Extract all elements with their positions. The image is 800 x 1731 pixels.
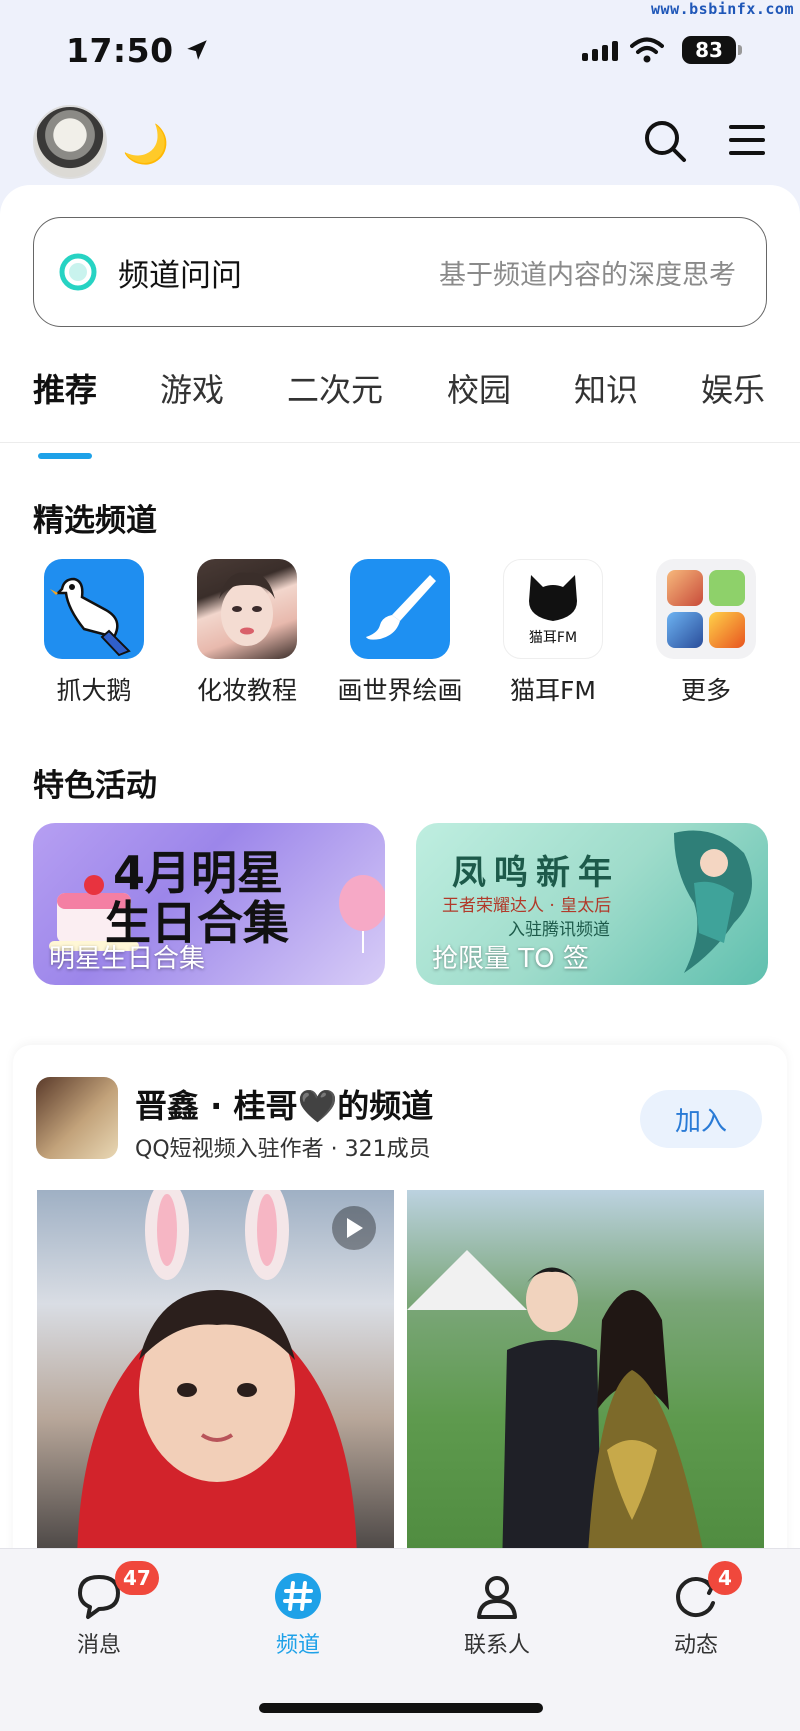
featured-item-painting[interactable]: 画世界绘画 [330,559,470,707]
signal-icon [582,39,618,61]
activity-card-signature[interactable]: 凤鸣新年 王者荣耀达人 · 皇太后 入驻腾讯频道 抢限量 TO 签 [416,823,768,985]
location-arrow-icon [186,40,207,60]
ask-ring-icon [59,253,97,291]
ask-title: 频道问问 [118,257,242,294]
top-header: 🌙 [0,100,800,190]
post-photo-2[interactable] [407,1190,764,1570]
featured-title: 精选频道 [33,503,157,539]
status-time: 17:50 [66,30,174,70]
featured-label: 画世界绘画 [337,676,463,705]
tab-knowledge[interactable]: 知识 [574,365,638,411]
tab-anime[interactable]: 二次元 [287,365,383,411]
tab-games[interactable]: 游戏 [160,365,224,411]
featured-item-goose[interactable]: 抓大鹅 [24,559,164,707]
search-icon[interactable] [642,118,688,164]
contact-icon [477,1576,517,1619]
status-bar: 17:50 83 [0,0,800,100]
activities-title: 特色活动 [33,768,157,804]
join-button[interactable]: 加入 [640,1090,762,1148]
activity-art-line1: 凤鸣新年 [452,853,620,893]
wifi-icon [630,37,664,63]
channel-subtitle: QQ短视频入驻作者 · 321成员 [135,1137,431,1162]
activity-art-line3: 入驻腾讯频道 [508,920,610,940]
unread-badge: 47 [115,1561,159,1595]
unread-badge: 4 [708,1561,742,1595]
user-avatar[interactable] [33,105,107,179]
makeup-photo [197,559,297,659]
character-art [674,830,752,973]
featured-label: 化妆教程 [196,676,297,705]
nav-label: 消息 [76,1633,121,1658]
featured-item-maoer[interactable]: 猫耳FM 猫耳FM [483,559,623,707]
cat-ear-icon-text: 猫耳FM [528,630,578,646]
nav-label: 频道 [275,1633,320,1658]
goose-icon [44,559,144,659]
activity-card-birthday[interactable]: 4月明星 生日合集 明星生日合集 [33,823,385,985]
channel-card[interactable]: 晋鑫 · 桂哥🖤的频道 QQ短视频入驻作者 · 321成员 加入 [13,1045,787,1605]
activity-label: 抢限量 TO 签 [432,944,589,974]
activity-label: 明星生日合集 [49,944,206,974]
channel-hash-icon [275,1573,321,1619]
activity-art-line2: 王者荣耀达人 · 皇太后 [442,896,612,916]
cat-ear-icon: 猫耳FM [503,559,603,659]
moon-icon[interactable]: 🌙 [122,122,169,167]
nav-feed[interactable]: 动态 4 [636,1561,756,1659]
tab-campus[interactable]: 校园 [447,365,511,411]
featured-label: 抓大鹅 [56,676,132,705]
featured-label: 猫耳FM [510,676,596,705]
main-sheet: 频道问问 基于频道内容的深度思考 推荐 游戏 二次元 校园 知识 娱乐 精选频道… [0,185,800,1605]
active-tab-indicator [38,453,92,459]
post-photo-1[interactable] [37,1190,394,1570]
featured-item-more[interactable]: 更多 [636,559,776,707]
featured-label: 更多 [680,676,731,705]
category-tabs: 推荐 游戏 二次元 校园 知识 娱乐 [0,365,800,443]
channel-title: 晋鑫 · 桂哥🖤的频道 [135,1087,434,1125]
more-apps-icon [656,559,756,659]
ask-hint: 基于频道内容的深度思考 [439,259,736,291]
nav-label: 动态 [673,1633,718,1658]
tab-entertainment[interactable]: 娱乐 [701,365,765,411]
channel-ask-box[interactable]: 频道问问 基于频道内容的深度思考 [33,217,767,327]
nav-channels[interactable]: 频道 [238,1561,358,1659]
menu-icon[interactable] [728,122,766,158]
nav-contacts[interactable]: 联系人 [437,1561,557,1659]
battery-indicator: 83 [682,36,742,64]
nav-label: 联系人 [463,1633,530,1658]
brush-icon [350,559,450,659]
home-indicator [259,1703,543,1713]
tab-recommend[interactable]: 推荐 [33,365,97,411]
balloon-icon [339,875,385,953]
channel-avatar [36,1077,118,1159]
nav-messages[interactable]: 消息 47 [39,1561,159,1659]
featured-item-makeup[interactable]: 化妆教程 [177,559,317,707]
